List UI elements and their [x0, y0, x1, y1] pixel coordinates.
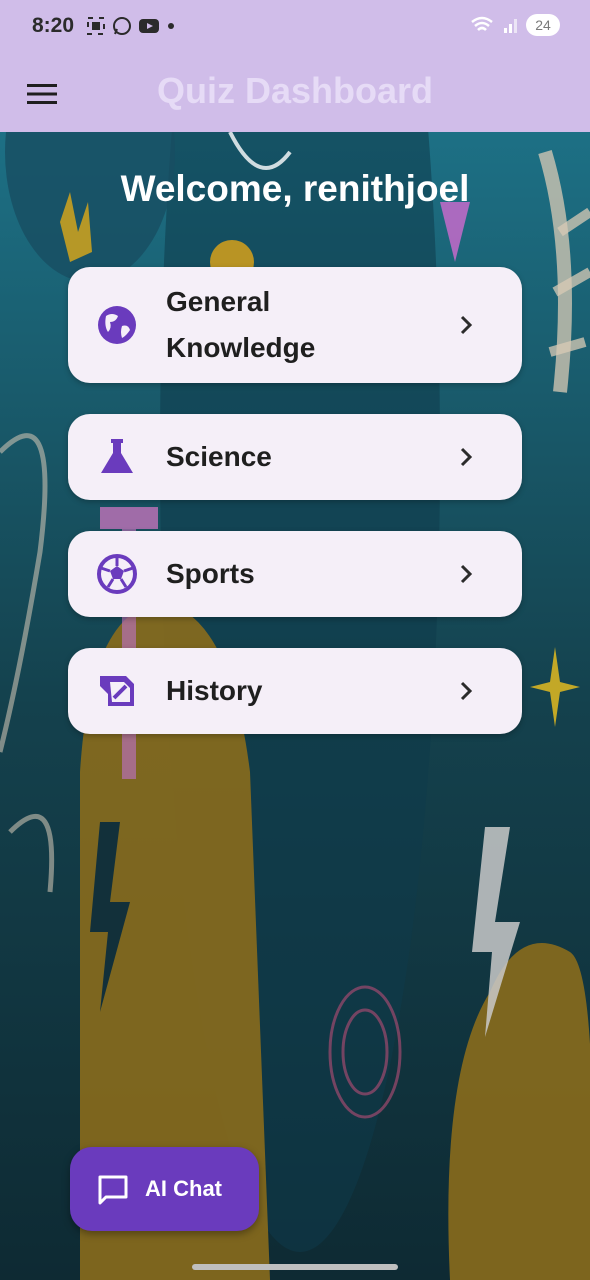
category-card-history[interactable]: History	[68, 648, 522, 734]
app-title: Quiz Dashboard	[156, 70, 434, 111]
screenshot-icon	[87, 17, 105, 35]
category-label-general: General	[166, 286, 271, 317]
app-bar: Quiz Dashboard	[0, 56, 590, 132]
chevron-right-icon	[460, 564, 473, 584]
category-label-science: Science	[166, 441, 272, 472]
flask-icon	[94, 434, 140, 480]
chevron-right-icon	[460, 315, 473, 335]
welcome-text: Welcome, renithjoel	[120, 168, 470, 209]
category-card-science[interactable]: Science	[68, 414, 522, 500]
category-label-knowledge: Knowledge	[166, 332, 316, 363]
youtube-icon	[139, 19, 159, 33]
chat-bubble-icon	[98, 1175, 128, 1205]
wifi-icon	[471, 16, 493, 31]
screen: 8:20 24 Quiz Dashboard Welcome, renithjo…	[0, 0, 590, 1280]
category-label-sports: Sports	[166, 558, 255, 589]
category-label-history: History	[166, 675, 263, 706]
category-card-sports[interactable]: Sports	[68, 531, 522, 617]
chevron-right-icon	[460, 447, 473, 467]
signal-icon	[504, 19, 517, 33]
dot-icon	[168, 23, 174, 29]
category-card-general-knowledge[interactable]: General Knowledge	[68, 267, 522, 383]
chevron-right-icon	[460, 681, 473, 701]
history-edu-icon	[94, 668, 140, 714]
ai-chat-label: AI Chat	[145, 1176, 222, 1201]
whatsapp-icon	[113, 17, 131, 35]
status-bar: 8:20 24	[0, 0, 590, 56]
status-notification-icons	[86, 16, 176, 36]
status-system-icons: 24	[470, 14, 560, 36]
battery-indicator: 24	[526, 14, 560, 36]
ai-chat-button[interactable]: AI Chat	[70, 1147, 259, 1231]
home-indicator[interactable]	[192, 1264, 398, 1270]
soccer-ball-icon	[94, 551, 140, 597]
status-time: 8:20	[32, 14, 75, 37]
globe-icon	[94, 302, 140, 348]
